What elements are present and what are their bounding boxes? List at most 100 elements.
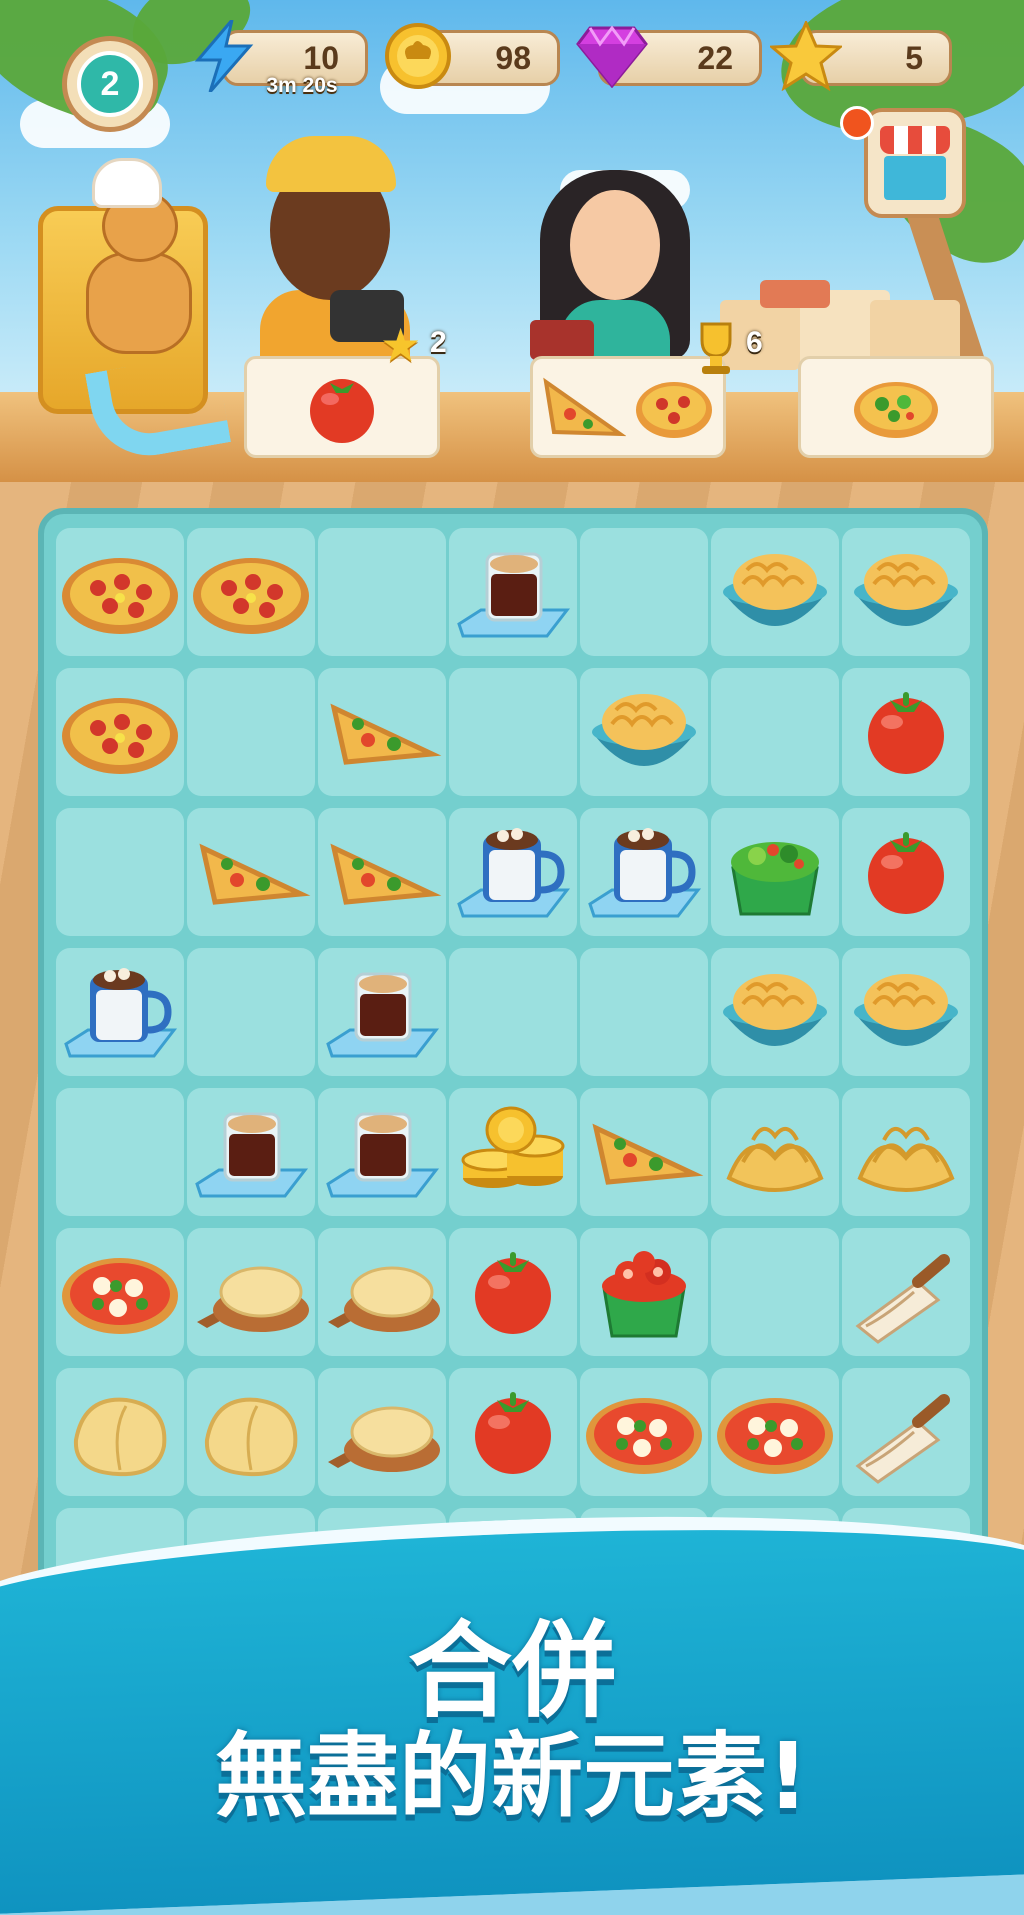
- shop-button[interactable]: [864, 108, 966, 218]
- pizza-slice-icon[interactable]: [320, 810, 444, 934]
- dough-board-icon[interactable]: [189, 1230, 313, 1354]
- board-cell[interactable]: [842, 668, 970, 796]
- pepperoni-pizza-icon[interactable]: [189, 530, 313, 654]
- board-cell[interactable]: [580, 668, 708, 796]
- board-cell[interactable]: [187, 1228, 315, 1356]
- fettuccine-icon[interactable]: [713, 1090, 837, 1214]
- town-roof: [760, 280, 830, 308]
- tomato-bowl-icon[interactable]: [582, 1230, 706, 1354]
- board-cell[interactable]: [187, 528, 315, 656]
- pasta-bowl-icon[interactable]: [844, 950, 968, 1074]
- pizza-slice-icon[interactable]: [582, 1090, 706, 1214]
- board-cell[interactable]: [318, 1228, 446, 1356]
- board-cell[interactable]: [711, 948, 839, 1076]
- gem-icon: [574, 18, 650, 94]
- board-cell[interactable]: [711, 1088, 839, 1216]
- banner-subtitle: 無盡的新元素!: [215, 1723, 809, 1830]
- flour-scoop-icon[interactable]: [844, 1230, 968, 1354]
- board-cell[interactable]: [711, 1368, 839, 1496]
- cocoa-mug-icon[interactable]: [451, 810, 575, 934]
- dough-board-icon[interactable]: [320, 1370, 444, 1494]
- espresso-icon[interactable]: [320, 950, 444, 1074]
- margherita-pizza-icon[interactable]: [58, 1230, 182, 1354]
- order-card-3[interactable]: [798, 356, 994, 458]
- pasta-bowl-icon[interactable]: [713, 530, 837, 654]
- cocoa-mug-icon[interactable]: [58, 950, 182, 1074]
- board-cell[interactable]: [711, 1228, 839, 1356]
- cocoa-mug-icon[interactable]: [582, 810, 706, 934]
- board-cell[interactable]: [187, 1088, 315, 1216]
- board-cell[interactable]: [580, 1368, 708, 1496]
- board-cell[interactable]: [318, 668, 446, 796]
- merge-grid: [56, 528, 970, 1636]
- dough-board-icon[interactable]: [320, 1230, 444, 1354]
- board-cell[interactable]: [56, 948, 184, 1076]
- pizza-slice-icon[interactable]: [189, 810, 313, 934]
- board-cell[interactable]: [318, 1088, 446, 1216]
- board-cell[interactable]: [580, 948, 708, 1076]
- tomato-icon[interactable]: [844, 810, 968, 934]
- board-cell[interactable]: [187, 808, 315, 936]
- board-cell[interactable]: [449, 1228, 577, 1356]
- board-cell[interactable]: [56, 1368, 184, 1496]
- board-cell[interactable]: [56, 1088, 184, 1216]
- board-cell[interactable]: [580, 528, 708, 656]
- board-cell[interactable]: [449, 948, 577, 1076]
- board-cell[interactable]: [449, 668, 577, 796]
- board-cell[interactable]: [842, 808, 970, 936]
- pasta-bowl-icon[interactable]: [713, 950, 837, 1074]
- board-cell[interactable]: [842, 1368, 970, 1496]
- board-cell[interactable]: [580, 808, 708, 936]
- gem-value: 22: [697, 39, 733, 76]
- board-cell[interactable]: [187, 1368, 315, 1496]
- board-cell[interactable]: [187, 948, 315, 1076]
- board-cell[interactable]: [580, 1228, 708, 1356]
- espresso-icon[interactable]: [320, 1090, 444, 1214]
- reward-star-icon: ★: [380, 318, 422, 372]
- board-cell[interactable]: [318, 1368, 446, 1496]
- pizza-slice-icon[interactable]: [320, 670, 444, 794]
- margherita-pizza-icon[interactable]: [582, 1370, 706, 1494]
- tomato-icon[interactable]: [451, 1370, 575, 1494]
- board-cell[interactable]: [842, 1228, 970, 1356]
- board-cell[interactable]: [318, 528, 446, 656]
- level-badge[interactable]: 2: [62, 36, 158, 132]
- board-cell[interactable]: [56, 668, 184, 796]
- espresso-icon[interactable]: [451, 530, 575, 654]
- board-cell[interactable]: [449, 808, 577, 936]
- customer-librarian[interactable]: [530, 160, 700, 360]
- board-cell[interactable]: [842, 528, 970, 656]
- espresso-icon[interactable]: [189, 1090, 313, 1214]
- board-cell[interactable]: [711, 668, 839, 796]
- board-cell[interactable]: [580, 1088, 708, 1216]
- board-cell[interactable]: [187, 668, 315, 796]
- board-cell[interactable]: [449, 1088, 577, 1216]
- pepperoni-pizza-icon[interactable]: [58, 670, 182, 794]
- tomato-icon[interactable]: [451, 1230, 575, 1354]
- dough-ball-icon[interactable]: [189, 1370, 313, 1494]
- fettuccine-icon[interactable]: [844, 1090, 968, 1214]
- board-cell[interactable]: [842, 1088, 970, 1216]
- board-cell[interactable]: [318, 948, 446, 1076]
- coin-stack-icon[interactable]: [451, 1090, 575, 1214]
- flour-scoop-icon[interactable]: [844, 1370, 968, 1494]
- pepperoni-pizza-icon[interactable]: [58, 530, 182, 654]
- margherita-pizza-icon[interactable]: [713, 1370, 837, 1494]
- board-cell[interactable]: [56, 528, 184, 656]
- reward-value-2: 6: [746, 326, 763, 359]
- pasta-bowl-icon[interactable]: [582, 670, 706, 794]
- board-cell[interactable]: [56, 1228, 184, 1356]
- tomato-icon[interactable]: [844, 670, 968, 794]
- board-cell[interactable]: [449, 528, 577, 656]
- salad-bowl-icon[interactable]: [713, 810, 837, 934]
- board-cell[interactable]: [711, 808, 839, 936]
- board-cell[interactable]: [318, 808, 446, 936]
- board-cell[interactable]: [56, 808, 184, 936]
- reward-value-1: 2: [430, 326, 447, 359]
- board-cell[interactable]: [449, 1368, 577, 1496]
- pasta-bowl-icon[interactable]: [844, 530, 968, 654]
- board-cell[interactable]: [842, 948, 970, 1076]
- gingerbread-chef-icon: [62, 158, 202, 360]
- board-cell[interactable]: [711, 528, 839, 656]
- dough-ball-icon[interactable]: [58, 1370, 182, 1494]
